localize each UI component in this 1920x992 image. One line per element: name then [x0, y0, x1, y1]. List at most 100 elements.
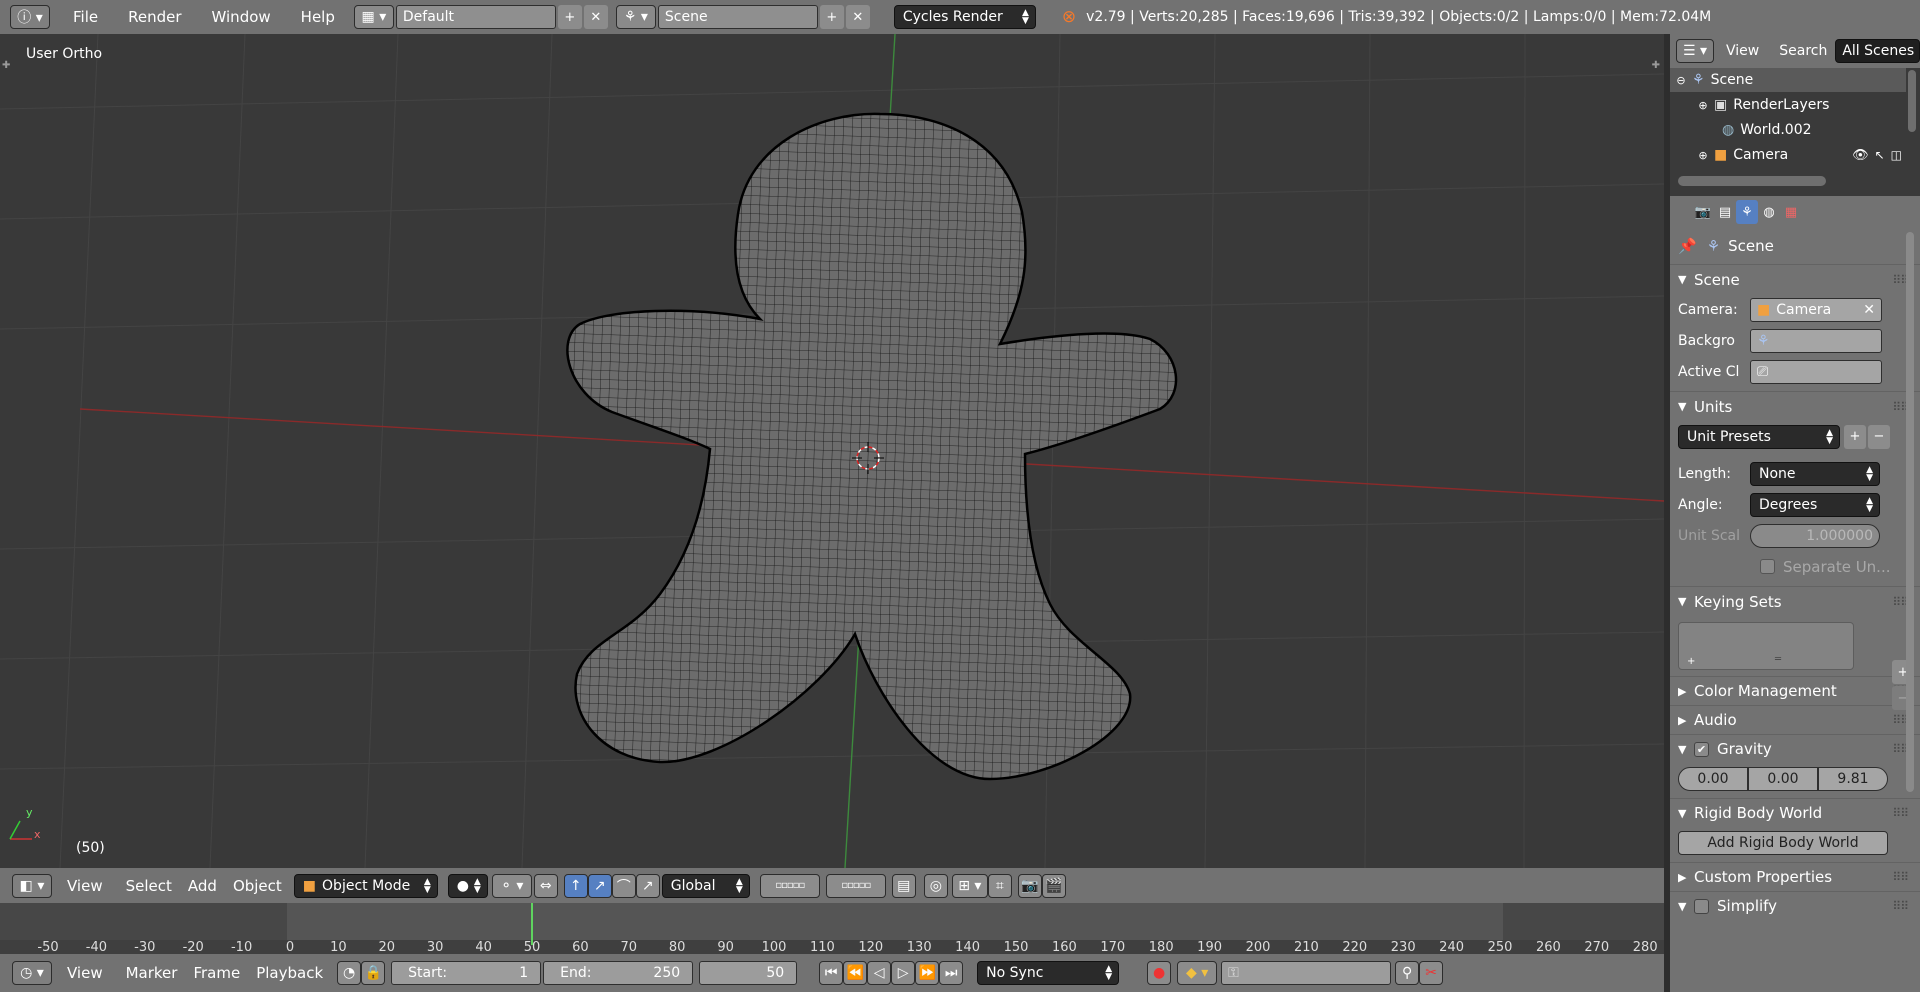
menu-object[interactable]: Object	[225, 877, 290, 895]
editor-type-3d-button[interactable]: ◧ ▾	[12, 873, 52, 898]
list-resize-grip-icon[interactable]: ═	[1775, 654, 1781, 665]
play-icon[interactable]: ▷	[891, 961, 916, 985]
simplify-checkbox[interactable]	[1694, 898, 1709, 914]
properties-vscrollbar[interactable]	[1906, 232, 1914, 792]
current-frame-marker[interactable]	[531, 903, 533, 945]
panel-audio-header[interactable]: ▶ Audio ⠿⠿	[1670, 705, 1920, 734]
menu-help[interactable]: Help	[286, 8, 350, 26]
panel-scene-header[interactable]: ▼ Scene ⠿⠿	[1670, 264, 1920, 294]
menu-view[interactable]: View	[1714, 43, 1771, 59]
outliner-hscrollbar[interactable]	[1678, 176, 1826, 186]
outliner-item-camera[interactable]: ⊕ ■ Camera 👁 ↖ ◫	[1670, 143, 1906, 167]
expand-icon[interactable]: ⊕	[1692, 99, 1714, 112]
collapse-icon[interactable]: ⊖	[1670, 74, 1692, 87]
panel-units-header[interactable]: ▼ Units ⠿⠿	[1670, 391, 1920, 421]
scene-field[interactable]: Scene	[657, 5, 818, 29]
gingerbread-mesh[interactable]	[540, 94, 1220, 814]
camera-field[interactable]: ■ Camera ✕	[1750, 297, 1882, 322]
unit-presets-dropdown[interactable]: Unit Presets ▲ ▼	[1678, 424, 1840, 449]
display-mode-dropdown[interactable]: All Scenes	[1835, 39, 1920, 63]
insert-keyframe-icon[interactable]: ⚲	[1395, 961, 1420, 985]
editor-type-outliner-button[interactable]: ☰ ▾	[1676, 39, 1714, 63]
transform-type-icon[interactable]: ↗	[635, 873, 660, 898]
manipulator-toggle-icon[interactable]: ⇔	[533, 873, 558, 898]
angle-dropdown[interactable]: Degrees ▲ ▼	[1750, 492, 1880, 517]
length-dropdown[interactable]: None ▲ ▼	[1750, 461, 1880, 486]
sync-dropdown[interactable]: No Sync ▲ ▼	[977, 961, 1120, 985]
scale-manipulator-icon[interactable]: ⌒	[611, 873, 636, 898]
opengl-render-icon[interactable]: 📷	[1017, 873, 1042, 898]
menu-render[interactable]: Render	[113, 8, 196, 26]
scene-tab-icon[interactable]: ⚘	[1736, 200, 1758, 224]
render-layers-tab-icon[interactable]: ▤	[1714, 200, 1736, 224]
drag-handle-icon[interactable]: ⠿⠿	[1892, 899, 1909, 913]
clear-icon[interactable]: ✕	[1863, 302, 1875, 318]
record-icon[interactable]: ●	[1147, 961, 1172, 985]
jump-start-icon[interactable]: ⏮	[819, 961, 844, 985]
panel-simplify-header[interactable]: ▼ Simplify ⠿⠿	[1670, 891, 1920, 920]
gravity-x-field[interactable]: 0.00	[1678, 766, 1748, 791]
jump-end-icon[interactable]: ⏭	[939, 961, 964, 985]
lock-range-icon[interactable]: 🔒	[361, 961, 386, 985]
renderable-icon[interactable]: ◫	[1891, 148, 1902, 162]
outliner-item-scene[interactable]: ⊖ ⚘ Scene	[1670, 68, 1906, 92]
add-rigid-body-world-button[interactable]: Add Rigid Body World	[1678, 830, 1888, 855]
rotate-manipulator-icon[interactable]: ↗	[587, 873, 612, 898]
menu-marker[interactable]: Marker	[118, 964, 186, 982]
outliner[interactable]: ☰ ▾ View Search All Scenes ⊖ ⚘ Scene ⊕ ▣…	[1670, 34, 1920, 190]
menu-view[interactable]: View	[52, 964, 118, 982]
add-layout-icon[interactable]: +	[557, 5, 582, 29]
active-keying-set-field[interactable]: ⚿	[1221, 961, 1392, 985]
prev-keyframe-icon[interactable]: ⏪	[843, 961, 868, 985]
opengl-anim-icon[interactable]: 🎬	[1041, 873, 1066, 898]
toolshelf-toggle-icon[interactable]: ✚	[2, 60, 10, 71]
editor-type-info-button[interactable]: ⓘ ▾	[10, 5, 50, 29]
panel-color-management-header[interactable]: ▶Color Management⠿⠿	[1670, 676, 1920, 705]
expand-icon[interactable]: ⊕	[1692, 149, 1714, 162]
texture-tab-icon[interactable]: ▦	[1780, 200, 1802, 224]
list-filter-icon[interactable]: +	[1687, 656, 1695, 667]
outliner-item-world[interactable]: ◍ World.002	[1670, 118, 1906, 142]
properties-toggle-icon[interactable]: ✚	[1652, 60, 1660, 71]
keying-sets-list[interactable]: + ═	[1678, 622, 1854, 670]
unit-scale-field[interactable]: 1.000000	[1750, 523, 1880, 548]
outliner-vscrollbar[interactable]	[1908, 70, 1916, 132]
layers-grid-a[interactable]: ▫▫▫▫▫	[759, 873, 820, 898]
mode-dropdown[interactable]: ■ Object Mode ▲ ▼	[293, 873, 438, 898]
menu-file[interactable]: File	[58, 8, 113, 26]
drag-handle-icon[interactable]: ⠿⠿	[1892, 806, 1909, 820]
menu-add[interactable]: Add	[180, 877, 225, 895]
remove-scene-icon[interactable]: ✕	[845, 5, 870, 29]
end-frame-field[interactable]: End: 250	[543, 961, 694, 985]
menu-search[interactable]: Search	[1771, 43, 1835, 59]
outliner-item-renderlayers[interactable]: ⊕ ▣ RenderLayers	[1670, 93, 1906, 117]
render-tab-icon[interactable]: 📷	[1692, 200, 1714, 224]
menu-view[interactable]: View	[52, 877, 118, 895]
remove-preset-icon[interactable]: −	[1868, 424, 1890, 449]
separate-units-checkbox[interactable]	[1760, 559, 1775, 574]
delete-keyframe-icon[interactable]: ✂	[1419, 961, 1444, 985]
keying-set-icon[interactable]: ◆ ▾	[1177, 961, 1218, 985]
shading-dropdown[interactable]: ● ▲ ▼	[447, 873, 488, 898]
play-reverse-icon[interactable]: ◁	[867, 961, 892, 985]
pivot-point-button[interactable]: ⚬ ▾	[491, 873, 532, 898]
lock-layers-icon[interactable]: ▤	[891, 873, 916, 898]
start-frame-field[interactable]: Start: 1	[391, 961, 542, 985]
viewport-canvas[interactable]	[0, 34, 1664, 868]
pin-icon[interactable]: 📌	[1678, 237, 1697, 255]
gravity-z-field[interactable]: 9.81	[1818, 766, 1888, 791]
panel-custom-properties-header[interactable]: ▶ Custom Properties ⠿⠿	[1670, 862, 1920, 891]
snap-element-icon[interactable]: ⊞ ▾	[951, 873, 988, 898]
current-frame-field[interactable]: 50	[699, 961, 798, 985]
3d-viewport[interactable]: User Ortho (50) x y ✚ ✚	[0, 34, 1664, 868]
background-field[interactable]: ⚘	[1750, 328, 1882, 353]
properties-editor[interactable]: 📷 ▤ ⚘ ◍ ▦ 📌 ⚘ Scene ▼ Scene ⠿⠿ Camera: ■ Ca…	[1670, 196, 1920, 992]
orientation-dropdown[interactable]: Global ▲ ▼	[661, 873, 750, 898]
next-keyframe-icon[interactable]: ⏩	[915, 961, 940, 985]
gravity-y-field[interactable]: 0.00	[1748, 766, 1818, 791]
gravity-checkbox[interactable]: ✔	[1694, 741, 1709, 757]
layers-grid-b[interactable]: ▫▫▫▫▫	[825, 873, 886, 898]
world-tab-icon[interactable]: ◍	[1758, 200, 1780, 224]
menu-frame[interactable]: Frame	[185, 964, 248, 982]
screen-layout-field[interactable]: Default	[395, 5, 556, 29]
